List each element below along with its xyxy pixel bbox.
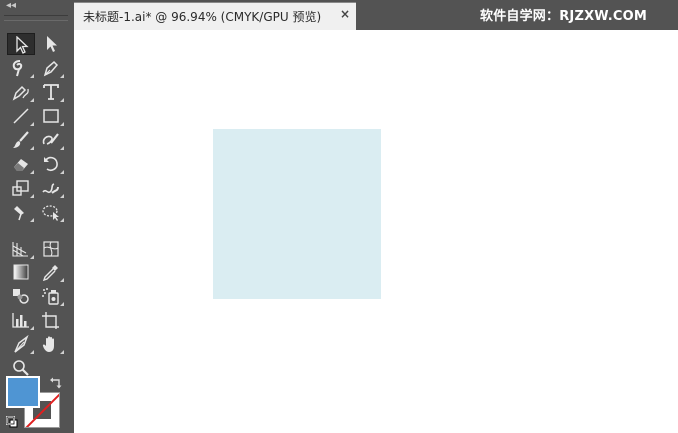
eraser-icon [14,159,28,171]
gradient-icon [13,264,29,280]
line-segment-tool[interactable] [7,105,35,127]
rectangle-tool[interactable] [37,105,65,127]
slice-tool[interactable] [7,333,35,355]
mesh-icon [43,241,59,257]
pen-icon [43,60,59,77]
close-icon[interactable]: × [340,7,350,21]
warp-tool[interactable] [37,177,65,199]
column-graph-tool[interactable] [7,309,35,331]
symbol-sprayer-icon [42,288,59,305]
magic-wand-icon [12,60,23,77]
document-tab[interactable]: 未标题-1.ai* @ 96.94% (CMYK/GPU 预览) × [74,2,356,30]
scale-tool[interactable] [7,177,35,199]
line-segment-icon [13,108,29,124]
watermark-text: 软件自学网：RJZXW.COM [480,9,648,24]
mesh-tool[interactable] [37,238,65,260]
hand-icon [42,336,54,352]
magic-wand-tool[interactable] [7,57,35,79]
scale-icon [12,180,29,196]
shaper-tool[interactable] [37,129,65,151]
column-graph-icon [12,313,29,328]
document-tab-title: 未标题-1.ai* @ 96.94% (CMYK/GPU 预览) [83,10,322,24]
paintbrush-tool[interactable] [7,129,35,151]
swap-fill-stroke-icon[interactable] [49,376,63,390]
direct-selection-tool[interactable] [37,33,65,55]
rectangle-shape[interactable] [213,129,381,299]
default-fill-stroke-icon[interactable] [6,416,18,428]
paintbrush-icon [13,131,29,148]
selection-tool[interactable] [7,33,35,55]
perspective-grid-icon [12,242,28,257]
rotate-icon [44,156,58,171]
free-transform-tool[interactable] [37,201,65,223]
hand-tool[interactable] [37,333,65,355]
rotate-tool[interactable] [37,153,65,175]
artboard-tool[interactable] [37,309,65,331]
blend-tool[interactable] [7,285,35,307]
puppet-warp-tool[interactable] [7,201,35,223]
eyedropper-icon [42,265,58,281]
eyedropper-tool[interactable] [37,261,65,283]
eraser-tool[interactable] [7,153,35,175]
tools-panel [0,12,72,433]
slice-icon [14,335,29,353]
type-tool[interactable] [37,81,65,103]
selection-arrow-icon [16,36,29,54]
toolbar-grip[interactable] [4,15,68,21]
shaper-icon [42,133,59,145]
top-bar: ◂◂ 未标题-1.ai* @ 96.94% (CMYK/GPU 预览) × 软件… [0,0,678,30]
artboard-canvas[interactable] [74,30,678,433]
blend-icon [13,289,29,304]
artboard-icon [42,312,59,329]
symbol-sprayer-tool[interactable] [37,285,65,307]
free-transform-icon [42,205,59,221]
collapse-panel-icon[interactable]: ◂◂ [6,0,26,12]
curvature-tool[interactable] [7,81,35,103]
rectangle-icon [43,109,59,123]
pen-tool[interactable] [37,57,65,79]
gradient-tool[interactable] [7,261,35,283]
perspective-grid-tool[interactable] [7,238,35,260]
curvature-pen-icon [12,85,29,101]
warp-icon [42,183,59,194]
puppet-warp-icon [14,206,24,221]
fill-color-swatch[interactable] [6,376,40,408]
direct-selection-arrow-icon [47,36,57,52]
type-icon [43,84,59,100]
zoom-icon [13,360,29,376]
